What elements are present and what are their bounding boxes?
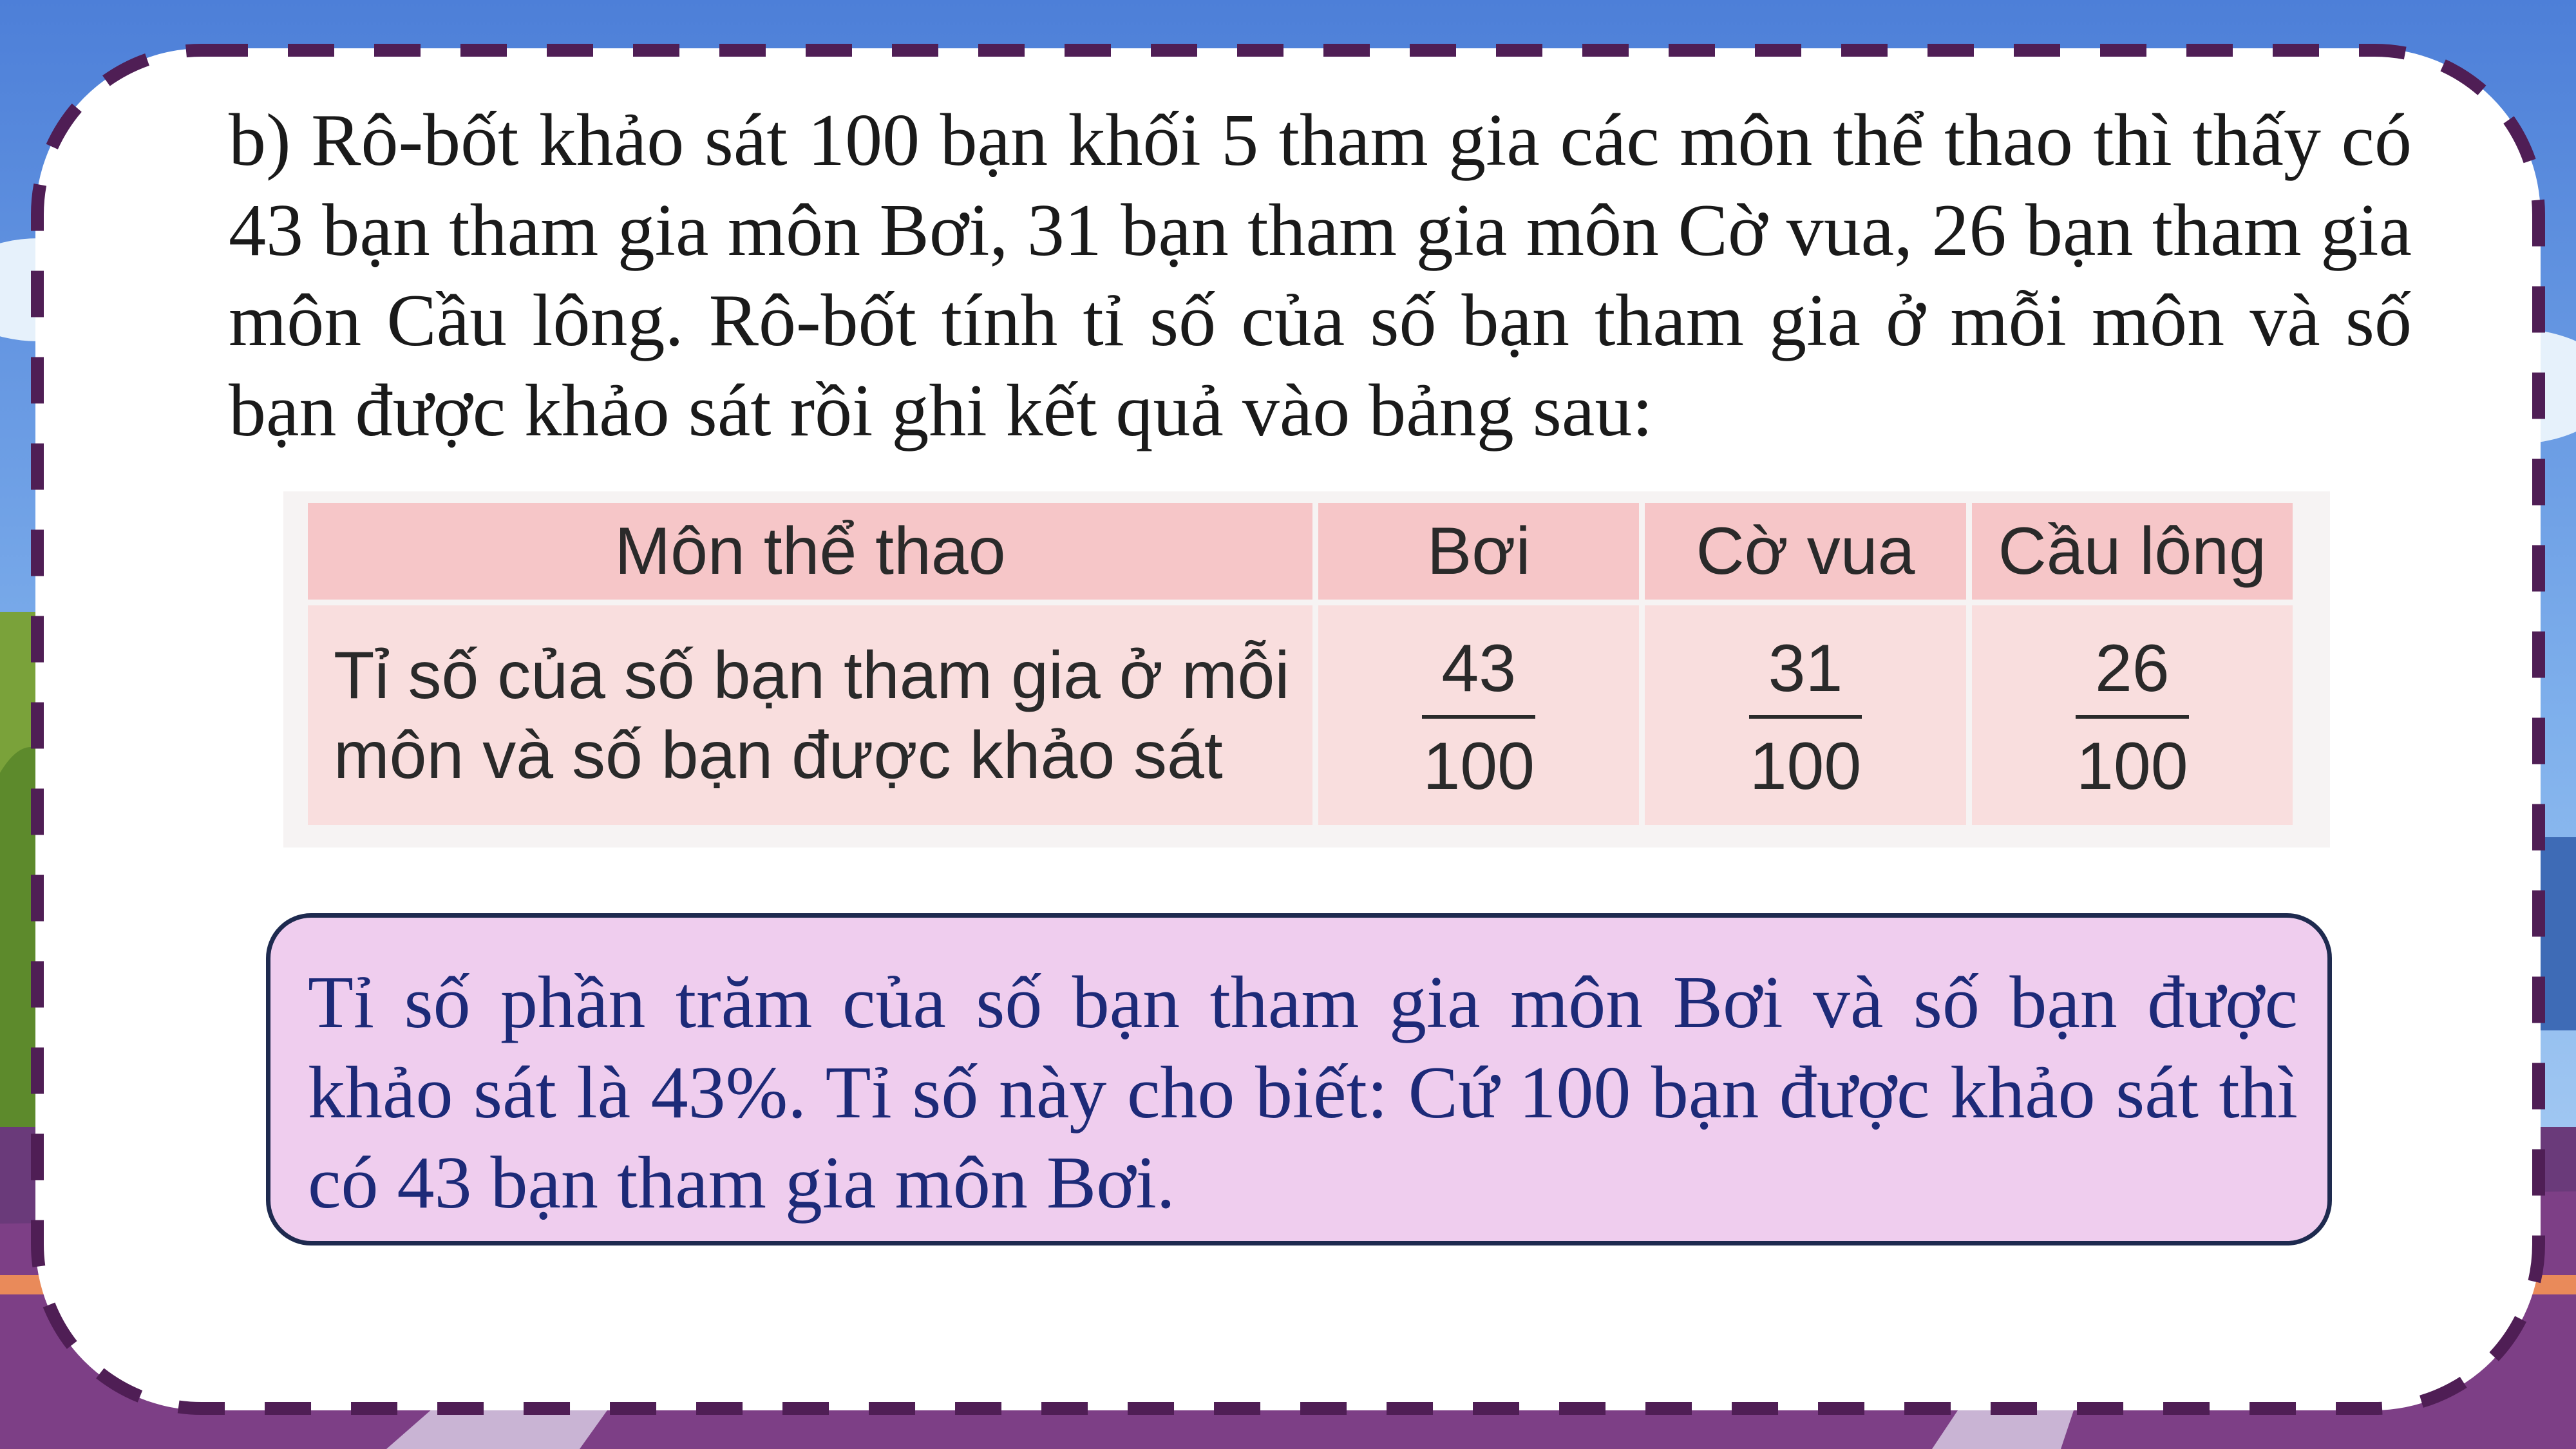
ratio-cell-boi: 43 100 xyxy=(1318,605,1640,825)
problem-statement: b) Rô-bốt khảo sát 100 bạn khối 5 tham g… xyxy=(229,99,2412,452)
numerator: 43 xyxy=(1422,635,1536,719)
table-header-row: Môn thể thao Bơi Cờ vua Cầu lông xyxy=(308,503,2293,600)
fraction-cau-long: 26 100 xyxy=(2075,635,2189,804)
header-boi: Bơi xyxy=(1318,503,1640,600)
row-label-line-2: môn và số bạn được khảo sát xyxy=(334,717,1223,793)
explanation-box: Tỉ số phần trăm của số bạn tham gia môn … xyxy=(266,913,2332,1245)
header-co-vua: Cờ vua xyxy=(1645,503,1966,600)
row-label-line-1: Tỉ số của số bạn tham gia ở mỗi xyxy=(334,638,1290,713)
numerator: 31 xyxy=(1748,635,1862,719)
explanation-text: Tỉ số phần trăm của số bạn tham gia môn … xyxy=(308,961,2298,1224)
sports-ratio-table: Môn thể thao Bơi Cờ vua Cầu lông Tỉ số c… xyxy=(302,497,2298,831)
denominator: 100 xyxy=(1749,729,1862,804)
sports-ratio-table-panel: Môn thể thao Bơi Cờ vua Cầu lông Tỉ số c… xyxy=(283,491,2330,848)
ratio-cell-cau-long: 26 100 xyxy=(1971,605,2293,825)
table-row-ratio: Tỉ số của số bạn tham gia ở mỗi môn và s… xyxy=(308,605,2293,825)
header-sport: Môn thể thao xyxy=(308,503,1313,600)
numerator: 26 xyxy=(2075,635,2189,719)
denominator: 100 xyxy=(2076,729,2188,804)
fraction-boi: 43 100 xyxy=(1422,635,1536,804)
fraction-co-vua: 31 100 xyxy=(1748,635,1862,804)
header-cau-long: Cầu lông xyxy=(1971,503,2293,600)
denominator: 100 xyxy=(1423,729,1535,804)
ratio-cell-co-vua: 31 100 xyxy=(1645,605,1966,825)
row-label: Tỉ số của số bạn tham gia ở mỗi môn và s… xyxy=(308,605,1313,825)
